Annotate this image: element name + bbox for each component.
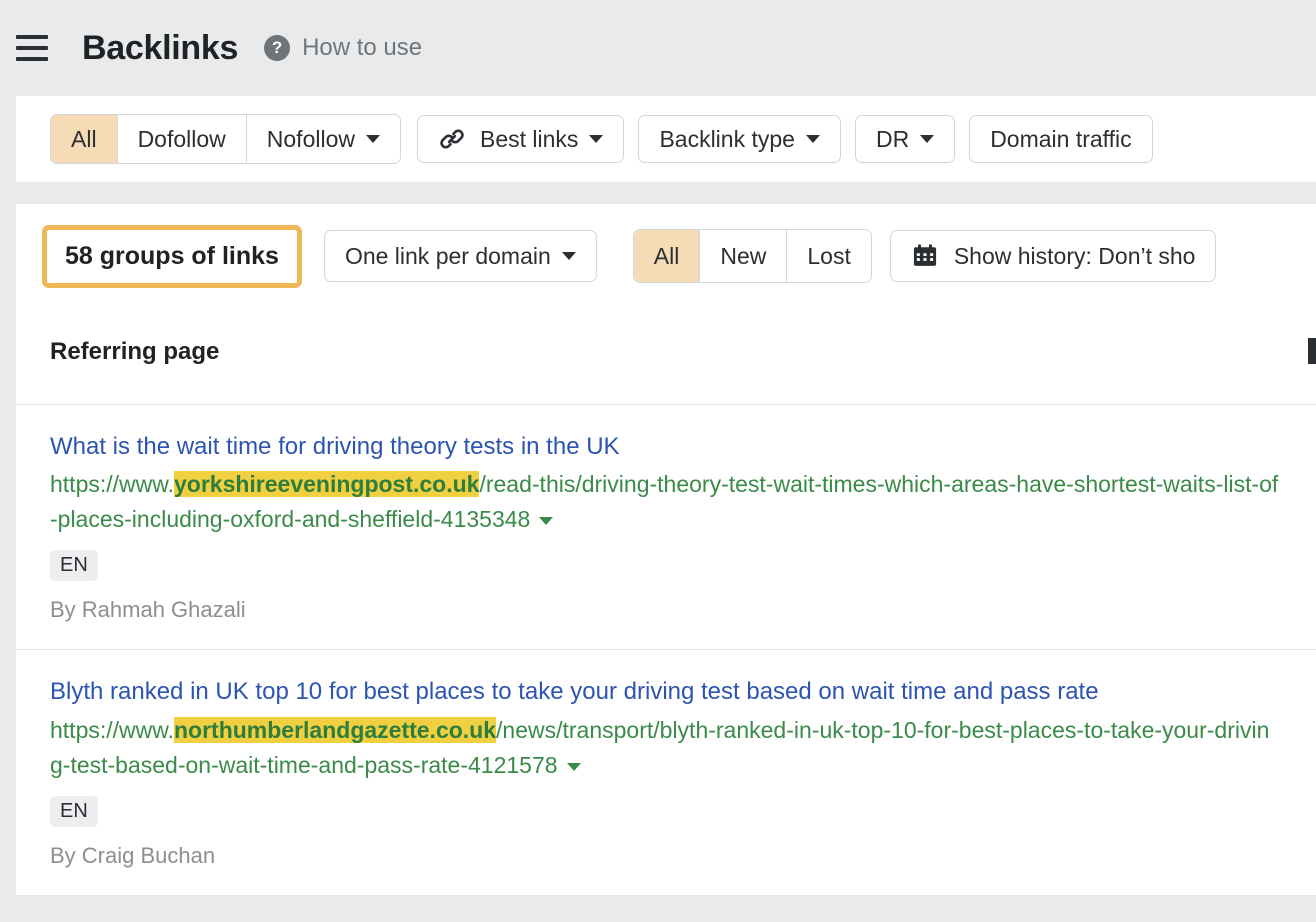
- url-domain-highlight: yorkshireeveningpost.co.uk: [174, 471, 479, 497]
- status-new[interactable]: New: [700, 230, 787, 282]
- question-mark-icon: ?: [264, 35, 290, 61]
- status-lost[interactable]: Lost: [787, 230, 870, 282]
- status-all[interactable]: All: [634, 230, 701, 282]
- language-badge: EN: [50, 550, 98, 581]
- url-domain-highlight: northumberlandgazette.co.uk: [174, 717, 496, 743]
- groups-of-links-count[interactable]: 58 groups of links: [42, 225, 302, 288]
- table-row[interactable]: Blyth ranked in UK top 10 for best place…: [16, 650, 1316, 895]
- chevron-down-icon: [562, 252, 576, 260]
- column-header-truncated: [1308, 338, 1316, 364]
- backlinks-table: Referring page What is the wait time for…: [16, 308, 1316, 896]
- results-toolbar: 58 groups of links One link per domain A…: [16, 204, 1316, 308]
- chain-link-icon: [438, 125, 466, 153]
- how-to-use-label: How to use: [302, 34, 422, 62]
- page-title: Backlinks: [82, 29, 238, 68]
- filter-toolbar: All Dofollow Nofollow Best links Backlin…: [16, 96, 1316, 182]
- domain-traffic-filter[interactable]: Domain traffic: [969, 115, 1152, 163]
- column-header-referring-page[interactable]: Referring page: [16, 308, 219, 366]
- filter-all-label: All: [71, 126, 97, 153]
- toolbar-divider: [0, 182, 1316, 204]
- filter-dofollow[interactable]: Dofollow: [118, 115, 247, 163]
- backlink-type-label: Backlink type: [659, 126, 795, 153]
- chevron-down-icon[interactable]: [539, 517, 553, 525]
- hamburger-bar: [16, 35, 48, 39]
- status-lost-label: Lost: [807, 243, 850, 270]
- dr-label: DR: [876, 126, 909, 153]
- show-history-label: Show history: Don’t sho: [954, 243, 1196, 270]
- backlink-type-filter[interactable]: Backlink type: [638, 115, 841, 163]
- language-badge: EN: [50, 796, 98, 827]
- follow-filter-group: All Dofollow Nofollow: [50, 114, 401, 164]
- domain-traffic-label: Domain traffic: [990, 126, 1131, 153]
- chevron-down-icon[interactable]: [567, 763, 581, 771]
- chevron-down-icon: [806, 135, 820, 143]
- referring-page-url[interactable]: https://www.northumberlandgazette.co.uk/…: [50, 713, 1282, 783]
- how-to-use-link[interactable]: ? How to use: [264, 34, 422, 62]
- chevron-down-icon: [366, 135, 380, 143]
- chevron-down-icon: [920, 135, 934, 143]
- app-header: Backlinks ? How to use: [0, 0, 1316, 96]
- author-byline: By Craig Buchan: [50, 843, 1282, 869]
- grouping-filter[interactable]: One link per domain: [324, 230, 597, 282]
- best-links-filter[interactable]: Best links: [417, 115, 624, 163]
- referring-page-title[interactable]: Blyth ranked in UK top 10 for best place…: [50, 674, 1282, 710]
- filter-dofollow-label: Dofollow: [138, 126, 226, 153]
- status-all-label: All: [654, 243, 680, 270]
- filter-all[interactable]: All: [51, 115, 118, 163]
- best-links-label: Best links: [480, 126, 578, 153]
- grouping-label: One link per domain: [345, 243, 551, 270]
- status-filter-group: All New Lost: [633, 229, 872, 283]
- table-header-row: Referring page: [16, 308, 1316, 405]
- chevron-down-icon: [589, 135, 603, 143]
- status-new-label: New: [720, 243, 766, 270]
- referring-page-title[interactable]: What is the wait time for driving theory…: [50, 429, 1282, 465]
- url-scheme: https://www.: [50, 717, 174, 743]
- hamburger-icon[interactable]: [16, 35, 48, 61]
- show-history-filter[interactable]: Show history: Don’t sho: [890, 230, 1217, 282]
- referring-page-url[interactable]: https://www.yorkshireeveningpost.co.uk/r…: [50, 467, 1282, 537]
- filter-nofollow-label: Nofollow: [267, 126, 355, 153]
- hamburger-bar: [16, 46, 48, 50]
- dr-filter[interactable]: DR: [855, 115, 955, 163]
- hamburger-bar: [16, 57, 48, 61]
- author-byline: By Rahmah Ghazali: [50, 597, 1282, 623]
- table-row[interactable]: What is the wait time for driving theory…: [16, 405, 1316, 650]
- filter-nofollow[interactable]: Nofollow: [247, 115, 400, 163]
- url-scheme: https://www.: [50, 471, 174, 497]
- calendar-icon: [911, 242, 939, 270]
